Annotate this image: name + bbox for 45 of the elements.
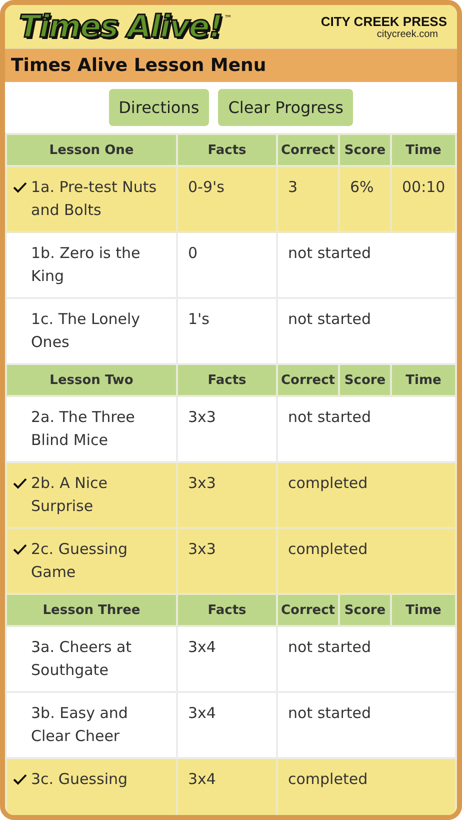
facts-cell: 0-9's [177,166,277,232]
score-heading: Score [339,594,391,626]
trademark: ™ [224,14,232,22]
time-heading: Time [391,134,456,166]
lesson-heading: Lesson Two [6,364,177,396]
facts-heading: Facts [177,594,277,626]
time-heading: Time [391,594,456,626]
lesson-row[interactable]: 1a. Pre-test Nuts and Bolts 0-9's 3 6% 00:10 [6,166,456,232]
status-cell: completed [277,528,456,594]
facts-cell: 3x4 [177,626,277,692]
publisher-name: CITY CREEK PRESS [320,14,447,28]
correct-heading: Correct [277,134,339,166]
correct-heading: Correct [277,364,339,396]
time-heading: Time [391,364,456,396]
correct-cell: 3 [277,166,339,232]
lesson-row[interactable]: 1b. Zero is the King 0 not started [6,232,456,298]
lesson-row[interactable]: 2c. Guessing Game 3x3 completed [6,528,456,594]
clear-progress-button[interactable]: Clear Progress [218,89,354,126]
score-heading: Score [339,364,391,396]
lesson-heading: Lesson One [6,134,177,166]
time-cell: 00:10 [391,166,456,232]
lesson-heading: Lesson Three [6,594,177,626]
status-cell: not started [277,626,456,692]
status-cell: completed [277,758,456,815]
checkmark-icon [13,544,27,555]
facts-cell: 3x3 [177,528,277,594]
facts-cell: 3x3 [177,462,277,528]
checkmark-icon [13,182,27,193]
lesson-row[interactable]: 3c. Guessing 3x4 completed [6,758,456,815]
lesson-row[interactable]: 3a. Cheers at Southgate 3x4 not started [6,626,456,692]
checkmark-icon [13,478,27,489]
facts-cell: 3x4 [177,758,277,815]
directions-button[interactable]: Directions [108,89,210,126]
facts-cell: 0 [177,232,277,298]
score-heading: Score [339,134,391,166]
lesson-row[interactable]: 2b. A Nice Surprise 3x3 completed [6,462,456,528]
logo: Times Alive! [19,8,222,46]
page-title: Times Alive Lesson Menu [5,48,457,82]
facts-heading: Facts [177,364,277,396]
status-cell: completed [277,462,456,528]
facts-heading: Facts [177,134,277,166]
score-cell: 6% [339,166,391,232]
checkmark-icon [13,774,27,785]
status-cell: not started [277,232,456,298]
correct-heading: Correct [277,594,339,626]
